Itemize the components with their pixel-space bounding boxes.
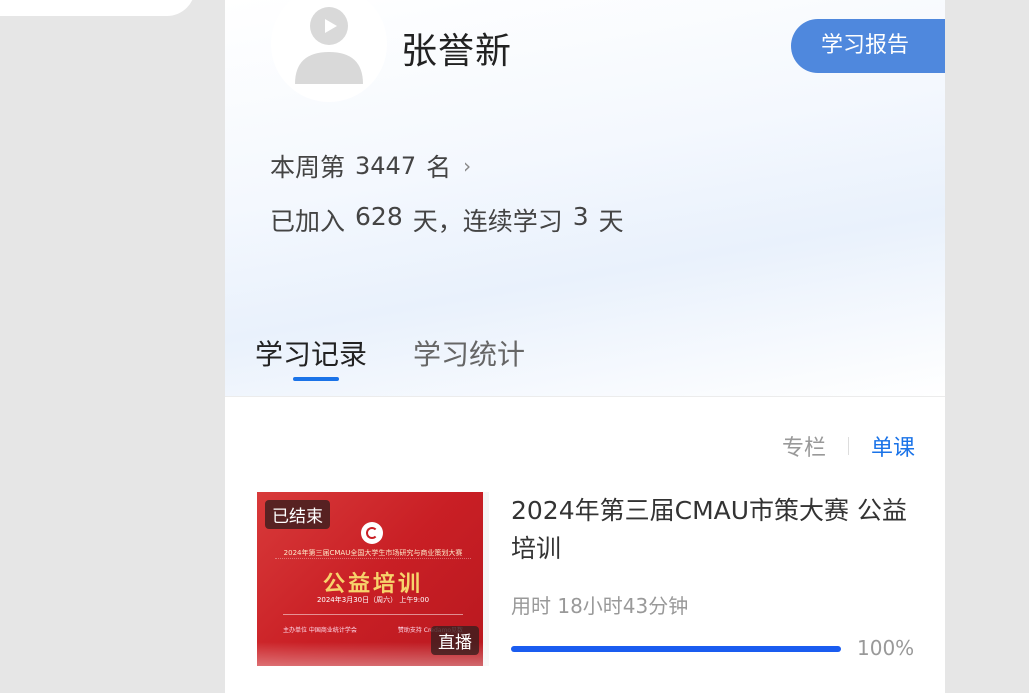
tab-label: 学习统计 xyxy=(413,338,526,371)
divider xyxy=(225,396,945,397)
weekly-rank[interactable]: 本周第 3447 名 › xyxy=(270,148,471,184)
join-prefix: 已加入 xyxy=(270,207,346,236)
thumbnail-organizer: 主办单位 中国商业统计学会 xyxy=(283,627,357,634)
tab-study-records[interactable]: 学习记录 xyxy=(255,333,368,381)
rank-prefix: 本周第 xyxy=(270,153,346,182)
filter-column[interactable]: 专栏 xyxy=(782,430,826,462)
progress-bar-fill xyxy=(511,646,841,652)
user-name: 张誉新 xyxy=(401,31,513,72)
thumbnail-date: 2024年3月30日（周六） 上午9:00 xyxy=(316,596,430,604)
active-tab-indicator xyxy=(293,377,339,381)
main-content: 张誉新 学习报告 本周第 3447 名 › 已加入 628 天，连续学习 3 天… xyxy=(225,0,945,693)
user-avatar-placeholder-icon[interactable] xyxy=(271,0,387,102)
status-badge: 已结束 xyxy=(265,500,330,529)
avatar-svg xyxy=(295,7,363,84)
join-days: 628 xyxy=(355,202,403,231)
tab-study-statistics[interactable]: 学习统计 xyxy=(413,333,525,373)
filter-single-course[interactable]: 单课 xyxy=(871,430,915,462)
list-item[interactable]: 2024年第三届CMAU全国大学生市场研究与商业策划大赛 公益培训 2024年3… xyxy=(257,492,915,666)
study-report-button[interactable]: 学习报告 xyxy=(791,19,945,73)
study-duration: 用时 18小时43分钟 xyxy=(511,594,689,618)
progress-percent: 100% xyxy=(857,636,915,660)
live-badge: 直播 xyxy=(431,626,479,655)
course-title[interactable]: 2024年第三届CMAU市策大赛 公益培训 xyxy=(511,492,911,568)
profile-header: 张誉新 学习报告 本周第 3447 名 › 已加入 628 天，连续学习 3 天… xyxy=(225,0,945,396)
filter-separator xyxy=(847,437,849,455)
rank-value: 3447 xyxy=(355,152,417,180)
course-type-filter: 专栏 单课 xyxy=(782,430,915,462)
side-panel-card xyxy=(0,0,195,16)
thumbnail-edge xyxy=(483,492,489,666)
tab-bar: 学习记录 学习统计 xyxy=(255,333,525,381)
thumbnail-rule xyxy=(275,558,471,562)
thumbnail-divider xyxy=(283,614,463,615)
join-suffix: 天 xyxy=(598,207,624,236)
course-thumbnail[interactable]: 2024年第三届CMAU全国大学生市场研究与商业策划大赛 公益培训 2024年3… xyxy=(257,492,489,666)
tab-label: 学习记录 xyxy=(255,338,368,371)
event-logo-icon xyxy=(361,522,383,544)
thumbnail-headline: 2024年第三届CMAU全国大学生市场研究与商业策划大赛 xyxy=(283,549,463,557)
progress-bar xyxy=(511,646,841,652)
chevron-right-icon: › xyxy=(463,154,472,178)
streak-days: 3 xyxy=(572,202,589,231)
join-mid: 天，连续学习 xyxy=(412,207,563,236)
rank-suffix: 名 xyxy=(426,153,452,182)
thumbnail-title: 公益培训 xyxy=(322,572,423,597)
join-stats: 已加入 628 天，连续学习 3 天 xyxy=(270,202,624,238)
